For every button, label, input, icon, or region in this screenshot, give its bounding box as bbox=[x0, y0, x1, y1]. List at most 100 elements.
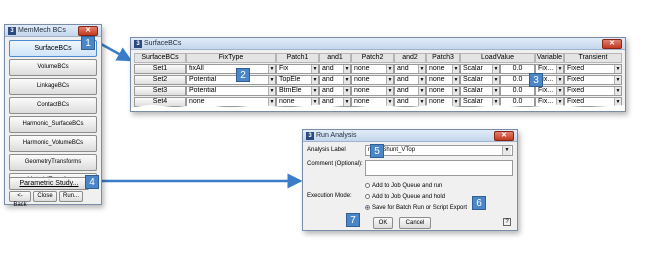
load-type-value: Scalar bbox=[463, 76, 483, 83]
run-analysis-window: 3 Run Analysis ✕ Analysis Label n1_RShun… bbox=[302, 129, 518, 231]
chevron-down-icon: ▼ bbox=[268, 65, 275, 73]
callout-badge-7: 7 bbox=[346, 213, 360, 227]
and2-dropdown[interactable]: and ▼ bbox=[394, 97, 426, 107]
chevron-down-icon: ▼ bbox=[268, 98, 275, 106]
contactbcs-button[interactable]: ContactBCs bbox=[9, 97, 97, 114]
patch1-dropdown[interactable]: TopEle ▼ bbox=[276, 75, 319, 85]
chevron-down-icon: ▼ bbox=[492, 98, 499, 106]
patch2-dropdown[interactable]: none ▼ bbox=[351, 75, 394, 85]
load-type-dropdown[interactable]: Scalar ▼ bbox=[460, 75, 500, 85]
patch2-dropdown[interactable]: none ▼ bbox=[351, 64, 394, 74]
execution-mode-label: Execution Mode: bbox=[307, 193, 352, 199]
surfacebcs-titlebar: 3 SurfaceBCs ✕ bbox=[131, 38, 625, 50]
radio-batch-label: Save for Batch Run or Script Export bbox=[372, 205, 468, 211]
surfacebcs-title: SurfaceBCs bbox=[144, 40, 182, 47]
chevron-down-icon: ▼ bbox=[386, 87, 393, 95]
close-icon[interactable]: ✕ bbox=[494, 131, 514, 141]
app-icon: 3 bbox=[8, 27, 16, 35]
harmonic-volumebcs-button[interactable]: Harmonic_VolumeBCs bbox=[9, 135, 97, 152]
header-variable: Variable bbox=[535, 53, 564, 63]
variable-value: Fix... bbox=[538, 87, 554, 94]
chevron-down-icon: ▼ bbox=[492, 65, 499, 73]
harmonic-surfacebcs-button[interactable]: Harmonic_SurfaceBCs bbox=[9, 116, 97, 133]
patch2-dropdown[interactable]: none ▼ bbox=[351, 86, 394, 96]
chevron-down-icon: ▼ bbox=[418, 98, 425, 106]
patch2-dropdown[interactable]: none ▼ bbox=[351, 97, 394, 107]
load-type-value: Scalar bbox=[463, 98, 483, 105]
chevron-down-icon: ▼ bbox=[614, 87, 621, 95]
header-patch1: Patch1 bbox=[276, 53, 319, 63]
radio-run-label: Add to Job Queue and run bbox=[372, 183, 443, 189]
set-label[interactable]: Set1 bbox=[134, 64, 186, 74]
help-book-icon[interactable]: ? bbox=[503, 218, 511, 226]
load-type-value: Scalar bbox=[463, 87, 483, 94]
radio-dot bbox=[365, 194, 370, 199]
and2-dropdown[interactable]: and ▼ bbox=[394, 75, 426, 85]
cancel-button[interactable]: Cancel bbox=[399, 217, 431, 229]
transient-dropdown[interactable]: Fixed ▼ bbox=[564, 86, 622, 96]
callout-badge-1: 1 bbox=[81, 36, 95, 50]
transient-dropdown[interactable]: Fixed ▼ bbox=[564, 75, 622, 85]
patch1-dropdown[interactable]: BtmEle ▼ bbox=[276, 86, 319, 96]
variable-dropdown[interactable]: Fix... ▼ bbox=[535, 86, 564, 96]
and1-dropdown[interactable]: and ▼ bbox=[319, 64, 351, 74]
transient-value: Fixed bbox=[567, 98, 585, 105]
analysis-label-label: Analysis Label bbox=[307, 147, 346, 153]
close-icon[interactable]: ✕ bbox=[78, 26, 98, 36]
radio-dot bbox=[365, 183, 370, 188]
header-surfacebcs: SurfaceBCs bbox=[134, 53, 186, 63]
close-button[interactable]: Close bbox=[33, 191, 57, 202]
fixtype-dropdown[interactable]: Potential ▼ bbox=[186, 86, 276, 96]
set-label[interactable]: Set3 bbox=[134, 86, 186, 96]
fixtype-dropdown[interactable]: fixAll ▼ bbox=[186, 64, 276, 74]
run-button[interactable]: Run... bbox=[59, 191, 83, 202]
variable-value: Fix... bbox=[538, 65, 554, 72]
header-and2: and2 bbox=[394, 53, 426, 63]
and1-dropdown[interactable]: and ▼ bbox=[319, 86, 351, 96]
and1-value: and bbox=[322, 65, 334, 72]
patch1-value: Fix bbox=[279, 65, 289, 72]
patch1-value: TopEle bbox=[279, 76, 301, 83]
set-label[interactable]: Set2 bbox=[134, 75, 186, 85]
set-label[interactable]: Set4 bbox=[134, 97, 186, 107]
callout-badge-2: 2 bbox=[236, 68, 250, 82]
transient-dropdown[interactable]: Fixed ▼ bbox=[564, 97, 622, 107]
radio-batch-export[interactable]: Save for Batch Run or Script Export bbox=[365, 204, 467, 212]
volumebcs-button[interactable]: VolumeBCs bbox=[9, 59, 97, 76]
and1-value: and bbox=[322, 87, 334, 94]
radio-run[interactable]: Add to Job Queue and run bbox=[365, 182, 442, 190]
chevron-down-icon: ▼ bbox=[268, 76, 275, 84]
comment-input[interactable] bbox=[365, 160, 513, 176]
parametric-study-button[interactable]: Parametric Study... bbox=[9, 177, 89, 190]
chevron-down-icon: ▼ bbox=[386, 76, 393, 84]
patch3-dropdown[interactable]: none ▼ bbox=[426, 64, 460, 74]
and2-dropdown[interactable]: and ▼ bbox=[394, 86, 426, 96]
load-type-dropdown[interactable]: Scalar ▼ bbox=[460, 86, 500, 96]
patch2-value: none bbox=[354, 87, 370, 94]
load-value-input[interactable]: 0.0 bbox=[500, 86, 535, 96]
linkagebcs-button[interactable]: LinkageBCs bbox=[9, 78, 97, 95]
patch1-dropdown[interactable]: Fix ▼ bbox=[276, 64, 319, 74]
transient-dropdown[interactable]: Fixed ▼ bbox=[564, 64, 622, 74]
geometrytransforms-button[interactable]: GeometryTransforms bbox=[9, 154, 97, 171]
ok-button[interactable]: OK bbox=[373, 217, 393, 229]
load-value-input[interactable]: 0.0 bbox=[500, 97, 535, 107]
load-type-dropdown[interactable]: Scalar ▼ bbox=[460, 64, 500, 74]
arrow-to-surfacebcs bbox=[100, 42, 133, 62]
chevron-down-icon: ▼ bbox=[268, 87, 275, 95]
fixtype-value: Potential bbox=[189, 76, 217, 83]
radio-hold[interactable]: Add to Job Queue and hold bbox=[365, 193, 445, 201]
and2-dropdown[interactable]: and ▼ bbox=[394, 64, 426, 74]
back-button[interactable]: <- Back bbox=[9, 191, 31, 208]
chevron-down-icon: ▼ bbox=[452, 87, 459, 95]
close-icon[interactable]: ✕ bbox=[602, 39, 622, 49]
header-loadvalue: LoadValue bbox=[460, 53, 535, 63]
header-patch2: Patch2 bbox=[351, 53, 394, 63]
chevron-down-icon: ▼ bbox=[343, 87, 350, 95]
analysis-label-dropdown[interactable]: n1_RShunt_VTop ▼ bbox=[365, 145, 513, 156]
and2-value: and bbox=[397, 76, 409, 83]
patch3-dropdown[interactable]: none ▼ bbox=[426, 86, 460, 96]
and1-dropdown[interactable]: and ▼ bbox=[319, 75, 351, 85]
patch3-dropdown[interactable]: none ▼ bbox=[426, 75, 460, 85]
fixtype-dropdown[interactable]: Potential ▼ bbox=[186, 75, 276, 85]
